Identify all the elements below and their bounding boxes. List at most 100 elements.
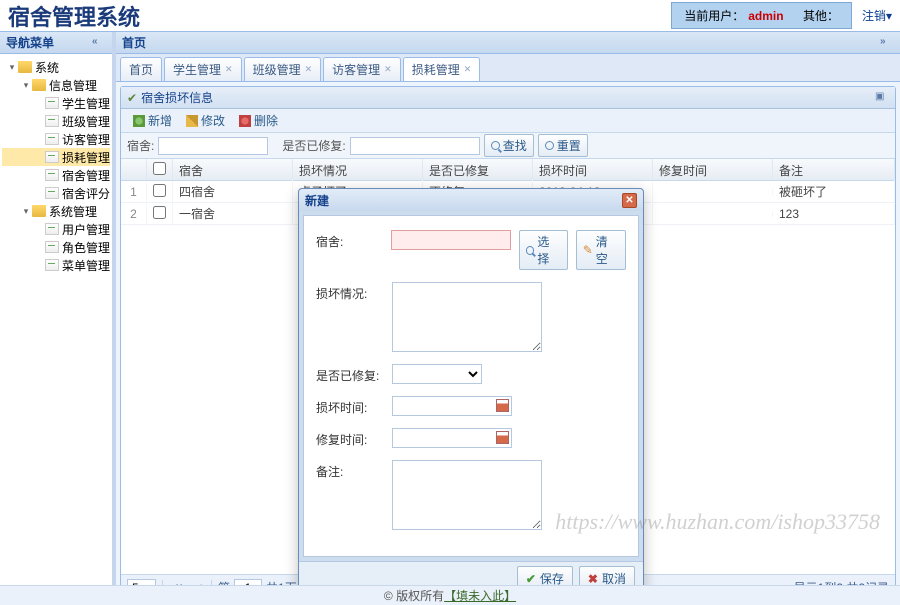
tree-label: 宿舍评分 bbox=[62, 185, 110, 202]
tree-label: 用户管理 bbox=[62, 221, 110, 238]
tab-label: 班级管理 bbox=[253, 61, 301, 78]
new-dialog: 新建✕ 宿舍: 选择 ✎清空 损坏情况: 是否已修复: 损坏时间: 修复时间: … bbox=[298, 188, 644, 596]
file-icon bbox=[45, 241, 58, 253]
file-icon bbox=[45, 151, 58, 163]
tree-node[interactable]: 宿舍管理 bbox=[2, 166, 110, 184]
tree-node[interactable]: 用户管理 bbox=[2, 220, 110, 238]
tree-label: 学生管理 bbox=[62, 95, 110, 112]
row-checkbox[interactable] bbox=[147, 203, 173, 225]
cell-ftime bbox=[653, 211, 773, 217]
tree-label: 宿舍管理 bbox=[62, 167, 110, 184]
logout-button[interactable]: 注销▾ bbox=[862, 7, 892, 24]
tab[interactable]: 访客管理 ✕ bbox=[323, 57, 401, 81]
tab[interactable]: 首页 bbox=[120, 57, 162, 81]
file-icon bbox=[45, 259, 58, 271]
tab-close-icon[interactable]: ✕ bbox=[305, 64, 313, 75]
collapse-sidebar-icon[interactable]: « bbox=[92, 36, 106, 50]
field-cond-input[interactable] bbox=[392, 282, 542, 352]
col-dtime[interactable]: 损坏时间 bbox=[533, 159, 653, 180]
row-number: 1 bbox=[121, 182, 147, 202]
field-dtime-input[interactable] bbox=[392, 396, 512, 416]
tree-node[interactable]: 学生管理 bbox=[2, 94, 110, 112]
expand-main-icon[interactable]: » bbox=[880, 36, 894, 50]
other-label: 其他： bbox=[803, 9, 839, 23]
col-dorm[interactable]: 宿舍 bbox=[173, 159, 293, 180]
calendar-icon[interactable] bbox=[496, 399, 509, 412]
field-fixed-label: 是否已修复: bbox=[316, 364, 384, 384]
field-fixed-select[interactable] bbox=[392, 364, 482, 384]
current-user-label: 当前用户： bbox=[684, 9, 744, 23]
dialog-close-button[interactable]: ✕ bbox=[622, 193, 637, 208]
checkbox-header[interactable] bbox=[147, 159, 173, 180]
clear-dorm-button[interactable]: ✎清空 bbox=[576, 230, 626, 270]
col-cond[interactable]: 损坏情况 bbox=[293, 159, 423, 180]
edit-button[interactable]: 修改 bbox=[180, 110, 231, 131]
main-title: 首页 bbox=[122, 34, 146, 51]
field-dtime-label: 损坏时间: bbox=[316, 396, 384, 416]
reset-icon bbox=[545, 141, 554, 150]
search-icon bbox=[526, 246, 535, 255]
calendar-icon[interactable] bbox=[496, 431, 509, 444]
cell-dorm: 一宿舍 bbox=[173, 202, 293, 225]
search-button[interactable]: 查找 bbox=[484, 134, 534, 157]
tab-close-icon[interactable]: ✕ bbox=[384, 64, 392, 75]
field-cond-label: 损坏情况: bbox=[316, 282, 384, 302]
tab[interactable]: 学生管理 ✕ bbox=[164, 57, 242, 81]
tree-label: 菜单管理 bbox=[62, 257, 110, 274]
search-fixed-input[interactable] bbox=[350, 137, 480, 155]
tree-node[interactable]: 菜单管理 bbox=[2, 256, 110, 274]
file-icon bbox=[45, 133, 58, 145]
add-button[interactable]: 新增 bbox=[127, 110, 178, 131]
footer-link[interactable]: 【填未入此】 bbox=[444, 587, 516, 604]
tree-label: 损耗管理 bbox=[62, 149, 110, 166]
search-dorm-label: 宿舍: bbox=[127, 137, 154, 154]
footer: © 版权所有 【填未入此】 bbox=[0, 585, 900, 605]
col-fixed[interactable]: 是否已修复 bbox=[423, 159, 533, 180]
panel-collapse-icon[interactable]: ▣ bbox=[875, 91, 889, 105]
tab-label: 访客管理 bbox=[332, 61, 380, 78]
reset-button[interactable]: 重置 bbox=[538, 134, 588, 157]
field-dorm-input[interactable] bbox=[391, 230, 511, 250]
folder-icon bbox=[18, 61, 32, 73]
search-dorm-input[interactable] bbox=[158, 137, 268, 155]
tree-node[interactable]: ▾信息管理 bbox=[2, 76, 110, 94]
tree-label: 系统 bbox=[35, 59, 59, 76]
tab-close-icon[interactable]: ✕ bbox=[464, 64, 472, 75]
file-icon bbox=[45, 187, 58, 199]
delete-button[interactable]: 删除 bbox=[233, 110, 284, 131]
field-ftime-input[interactable] bbox=[392, 428, 512, 448]
cell-ftime bbox=[653, 189, 773, 195]
add-icon bbox=[133, 115, 145, 127]
row-number: 2 bbox=[121, 204, 147, 224]
tab-close-icon[interactable]: ✕ bbox=[225, 64, 233, 75]
search-icon bbox=[491, 141, 500, 150]
file-icon bbox=[45, 169, 58, 181]
tree-node[interactable]: ▾系统管理 bbox=[2, 202, 110, 220]
tree-node[interactable]: 宿舍评分 bbox=[2, 184, 110, 202]
tab[interactable]: 损耗管理✕ bbox=[403, 57, 481, 81]
panel-title: 宿舍损坏信息 bbox=[141, 89, 213, 106]
user-area: 当前用户： admin 其他： bbox=[671, 2, 852, 29]
tab-label: 学生管理 bbox=[173, 61, 221, 78]
sidebar-title: 导航菜单 bbox=[6, 34, 54, 51]
tree-label: 班级管理 bbox=[62, 113, 110, 130]
tree-node[interactable]: 访客管理 bbox=[2, 130, 110, 148]
delete-icon bbox=[239, 115, 251, 127]
app-title: 宿舍管理系统 bbox=[8, 0, 140, 32]
tree-node[interactable]: 班级管理 bbox=[2, 112, 110, 130]
search-fixed-label: 是否已修复: bbox=[282, 137, 345, 154]
col-note[interactable]: 备注 bbox=[773, 159, 895, 180]
row-number-header bbox=[121, 159, 147, 180]
tree-node[interactable]: 损耗管理 bbox=[2, 148, 110, 166]
row-checkbox[interactable] bbox=[147, 181, 173, 203]
select-dorm-button[interactable]: 选择 bbox=[519, 230, 568, 270]
field-note-input[interactable] bbox=[392, 460, 542, 530]
tab[interactable]: 班级管理 ✕ bbox=[244, 57, 322, 81]
cell-note: 被砸坏了 bbox=[773, 180, 895, 203]
col-ftime[interactable]: 修复时间 bbox=[653, 159, 773, 180]
file-icon bbox=[45, 97, 58, 109]
tree-node[interactable]: ▾系统 bbox=[2, 58, 110, 76]
username: admin bbox=[748, 9, 783, 23]
field-dorm-label: 宿舍: bbox=[316, 230, 383, 250]
tree-node[interactable]: 角色管理 bbox=[2, 238, 110, 256]
